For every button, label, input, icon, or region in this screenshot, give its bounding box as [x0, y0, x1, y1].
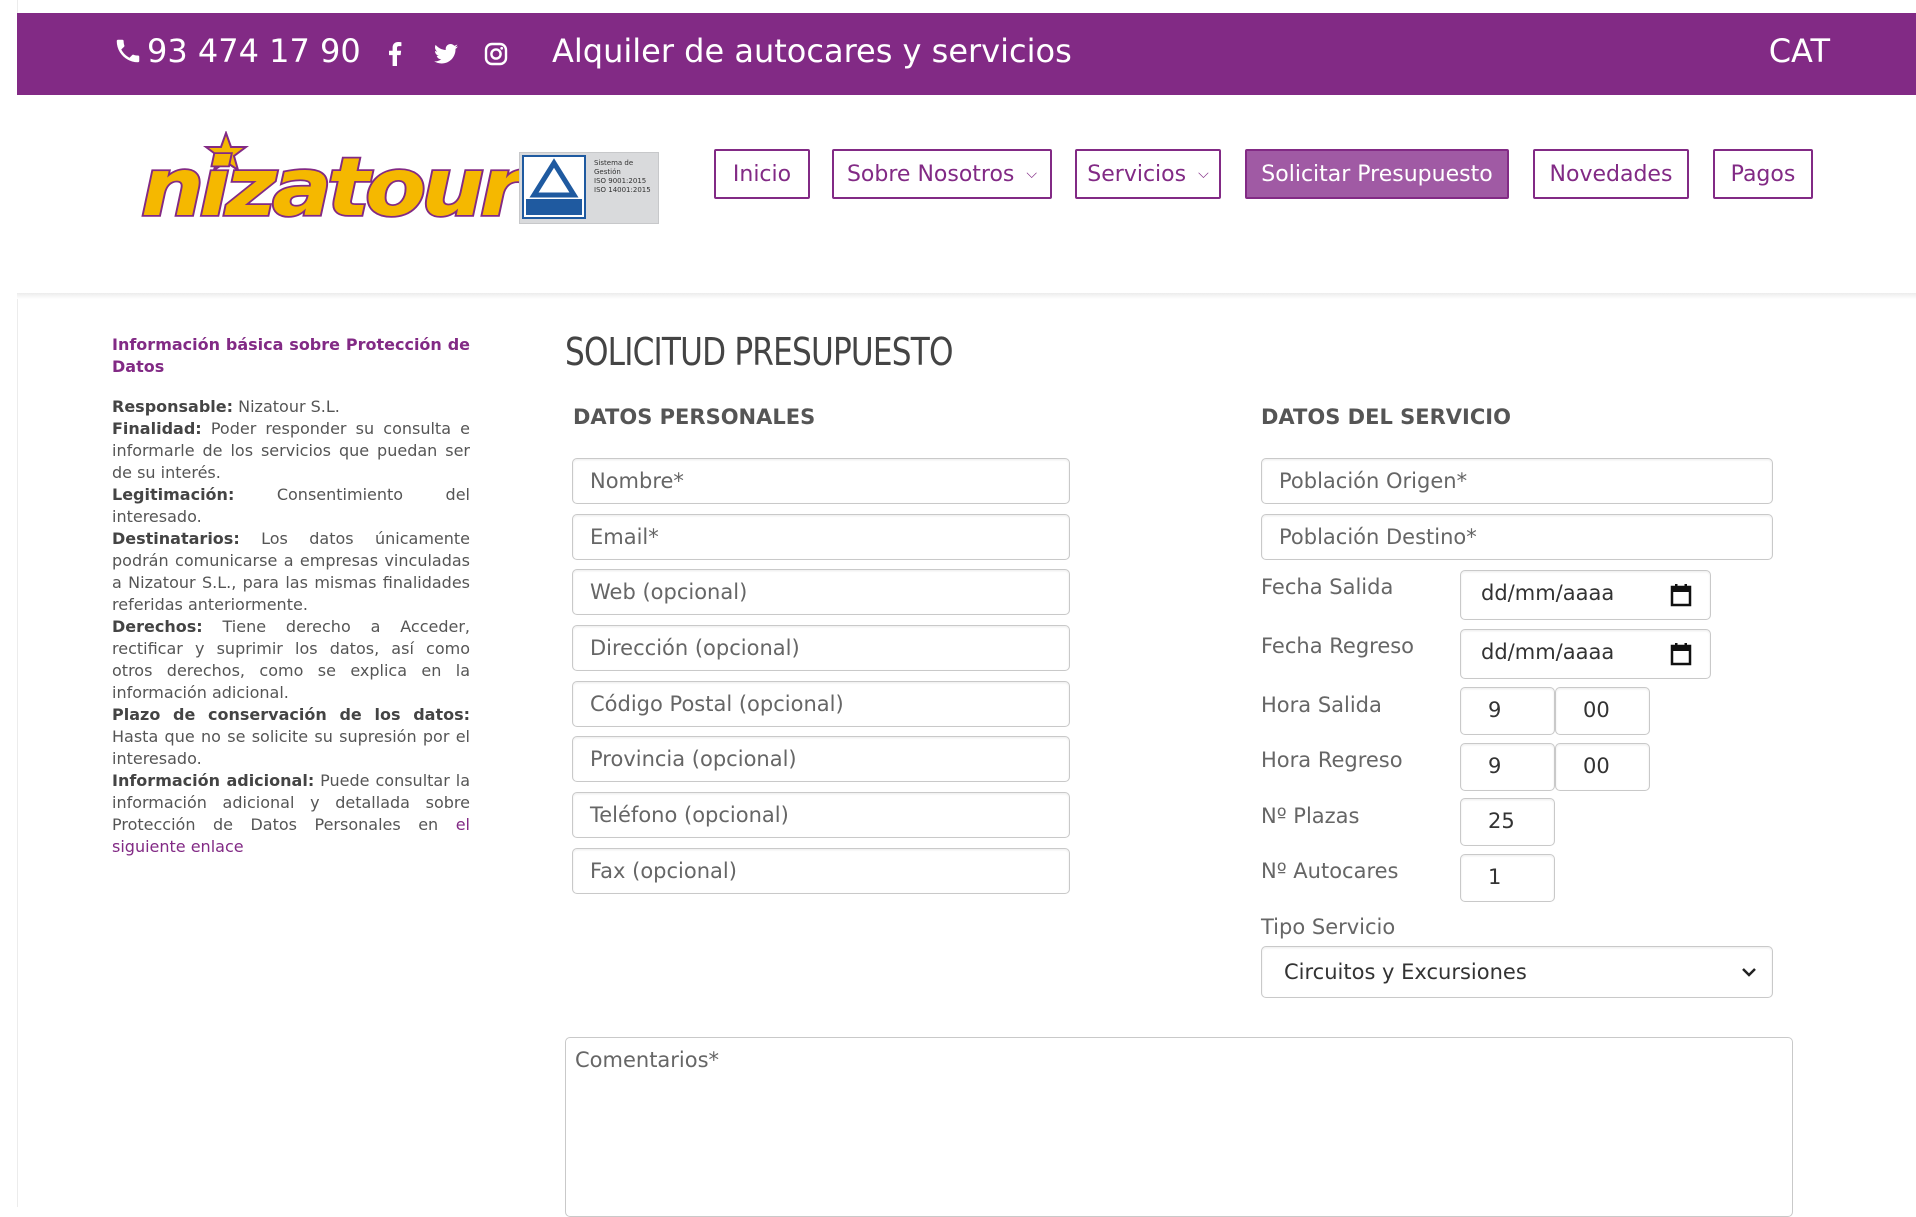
privacy-info-title: Información básica sobre Protección de D… [112, 335, 470, 376]
chevron-down-icon: ⌵ [1026, 166, 1038, 182]
fecha-regreso-input[interactable]: dd/mm/aaaa [1460, 629, 1711, 679]
facebook-link[interactable] [382, 39, 408, 69]
fecha-salida-label: Fecha Salida [1261, 575, 1394, 599]
tipo-servicio-label: Tipo Servicio [1261, 915, 1396, 939]
instagram-link[interactable] [482, 39, 510, 69]
site-header: nizatour Sistema de Gestión ISO 9001:201… [17, 95, 1916, 293]
nizatour-logo[interactable]: nizatour [138, 130, 534, 236]
cert-text: Sistema de Gestión ISO 9001:2015 ISO 140… [594, 159, 651, 194]
twitter-link[interactable] [431, 39, 461, 69]
fecha-salida-input[interactable]: dd/mm/aaaa [1460, 570, 1711, 620]
autocares-label: Nº Autocares [1261, 859, 1399, 883]
chevron-down-icon [1742, 968, 1756, 977]
web-input[interactable]: Web (opcional) [572, 569, 1070, 615]
hora-regreso-label: Hora Regreso [1261, 748, 1403, 772]
facebook-icon [389, 42, 402, 66]
provincia-input[interactable]: Provincia (opcional) [572, 736, 1070, 782]
nav-novedades[interactable]: Novedades [1533, 149, 1689, 199]
page-title: SOLICITUD PRESUPUESTO [565, 330, 953, 374]
nav-solicitar-presupuesto[interactable]: Solicitar Presupuesto [1245, 149, 1509, 199]
autocares-input[interactable]: 1 [1460, 854, 1555, 902]
comentarios-textarea[interactable]: Comentarios* [565, 1037, 1793, 1217]
personal-data-heading: DATOS PERSONALES [573, 405, 816, 429]
calendar-icon [1670, 584, 1692, 607]
page-left-edge [0, 0, 18, 1207]
fax-input[interactable]: Fax (opcional) [572, 848, 1070, 894]
header-divider [17, 293, 1916, 299]
hora-salida-hour-input[interactable]: 9 [1460, 687, 1555, 735]
hora-salida-minute-input[interactable]: 00 [1555, 687, 1650, 735]
privacy-info-body: Responsable: Nizatour S.L. Finalidad: Po… [112, 397, 470, 856]
poblacion-origen-input[interactable]: Población Origen* [1261, 458, 1773, 504]
nav-sobre-nosotros[interactable]: Sobre Nosotros ⌵ [832, 149, 1052, 199]
calendar-icon [1670, 643, 1692, 666]
top-bar: 93 474 17 90 Alquiler de autocares y ser… [17, 13, 1916, 95]
telefono-input[interactable]: Teléfono (opcional) [572, 792, 1070, 838]
chevron-down-icon: ⌵ [1198, 166, 1209, 182]
plazas-label: Nº Plazas [1261, 804, 1360, 828]
tuv-logo-icon [522, 155, 586, 219]
tagline: Alquiler de autocares y servicios [552, 32, 1072, 70]
phone-link[interactable]: 93 474 17 90 [113, 26, 361, 76]
nav-pagos[interactable]: Pagos [1713, 149, 1813, 199]
logo-text: nizatour [141, 141, 523, 226]
email-input[interactable]: Email* [572, 514, 1070, 560]
direccion-input[interactable]: Dirección (opcional) [572, 625, 1070, 671]
hora-salida-label: Hora Salida [1261, 693, 1382, 717]
nav-servicios[interactable]: Servicios ⌵ [1075, 149, 1221, 199]
phone-number: 93 474 17 90 [147, 32, 361, 70]
twitter-icon [434, 44, 458, 64]
phone-icon [116, 39, 140, 63]
plazas-input[interactable]: 25 [1460, 798, 1555, 846]
nav-inicio[interactable]: Inicio [714, 149, 810, 199]
tuv-certification-badge: Sistema de Gestión ISO 9001:2015 ISO 140… [519, 152, 659, 224]
poblacion-destino-input[interactable]: Población Destino* [1261, 514, 1773, 560]
nombre-input[interactable]: Nombre* [572, 458, 1070, 504]
service-data-heading: DATOS DEL SERVICIO [1261, 405, 1511, 429]
language-switch[interactable]: CAT [1769, 25, 1830, 77]
hora-regreso-hour-input[interactable]: 9 [1460, 743, 1555, 791]
codigo-postal-input[interactable]: Código Postal (opcional) [572, 681, 1070, 727]
instagram-icon [484, 42, 508, 66]
fecha-regreso-label: Fecha Regreso [1261, 634, 1415, 658]
hora-regreso-minute-input[interactable]: 00 [1555, 743, 1650, 791]
tipo-servicio-select[interactable]: Circuitos y Excursiones [1261, 946, 1773, 998]
